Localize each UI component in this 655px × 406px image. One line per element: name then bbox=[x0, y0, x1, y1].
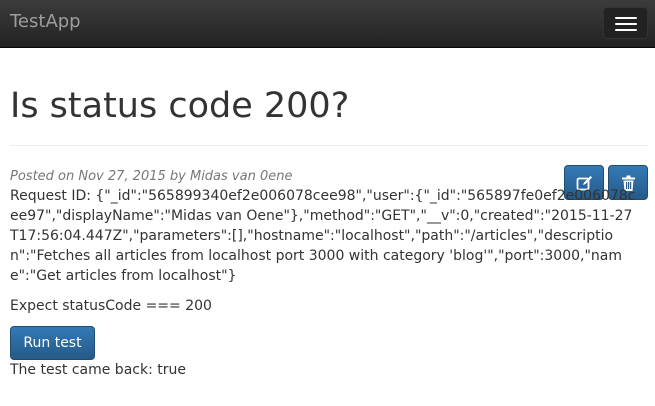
page-title: Is status code 200? bbox=[10, 86, 350, 126]
run-test-button[interactable]: Run test bbox=[10, 326, 95, 360]
request-details: Request ID: {"_id":"565899340ef2e006078c… bbox=[10, 188, 636, 284]
title-divider bbox=[10, 145, 648, 146]
navbar-toggle-button[interactable] bbox=[603, 7, 648, 39]
navbar-brand[interactable]: TestApp bbox=[10, 11, 81, 33]
test-expectation: Expect statusCode === 200 bbox=[10, 298, 212, 314]
test-result: The test came back: true bbox=[10, 362, 186, 378]
post-meta: Posted on Nov 27, 2015 by Midas van 0ene bbox=[10, 169, 293, 184]
navbar: TestApp bbox=[0, 0, 655, 48]
